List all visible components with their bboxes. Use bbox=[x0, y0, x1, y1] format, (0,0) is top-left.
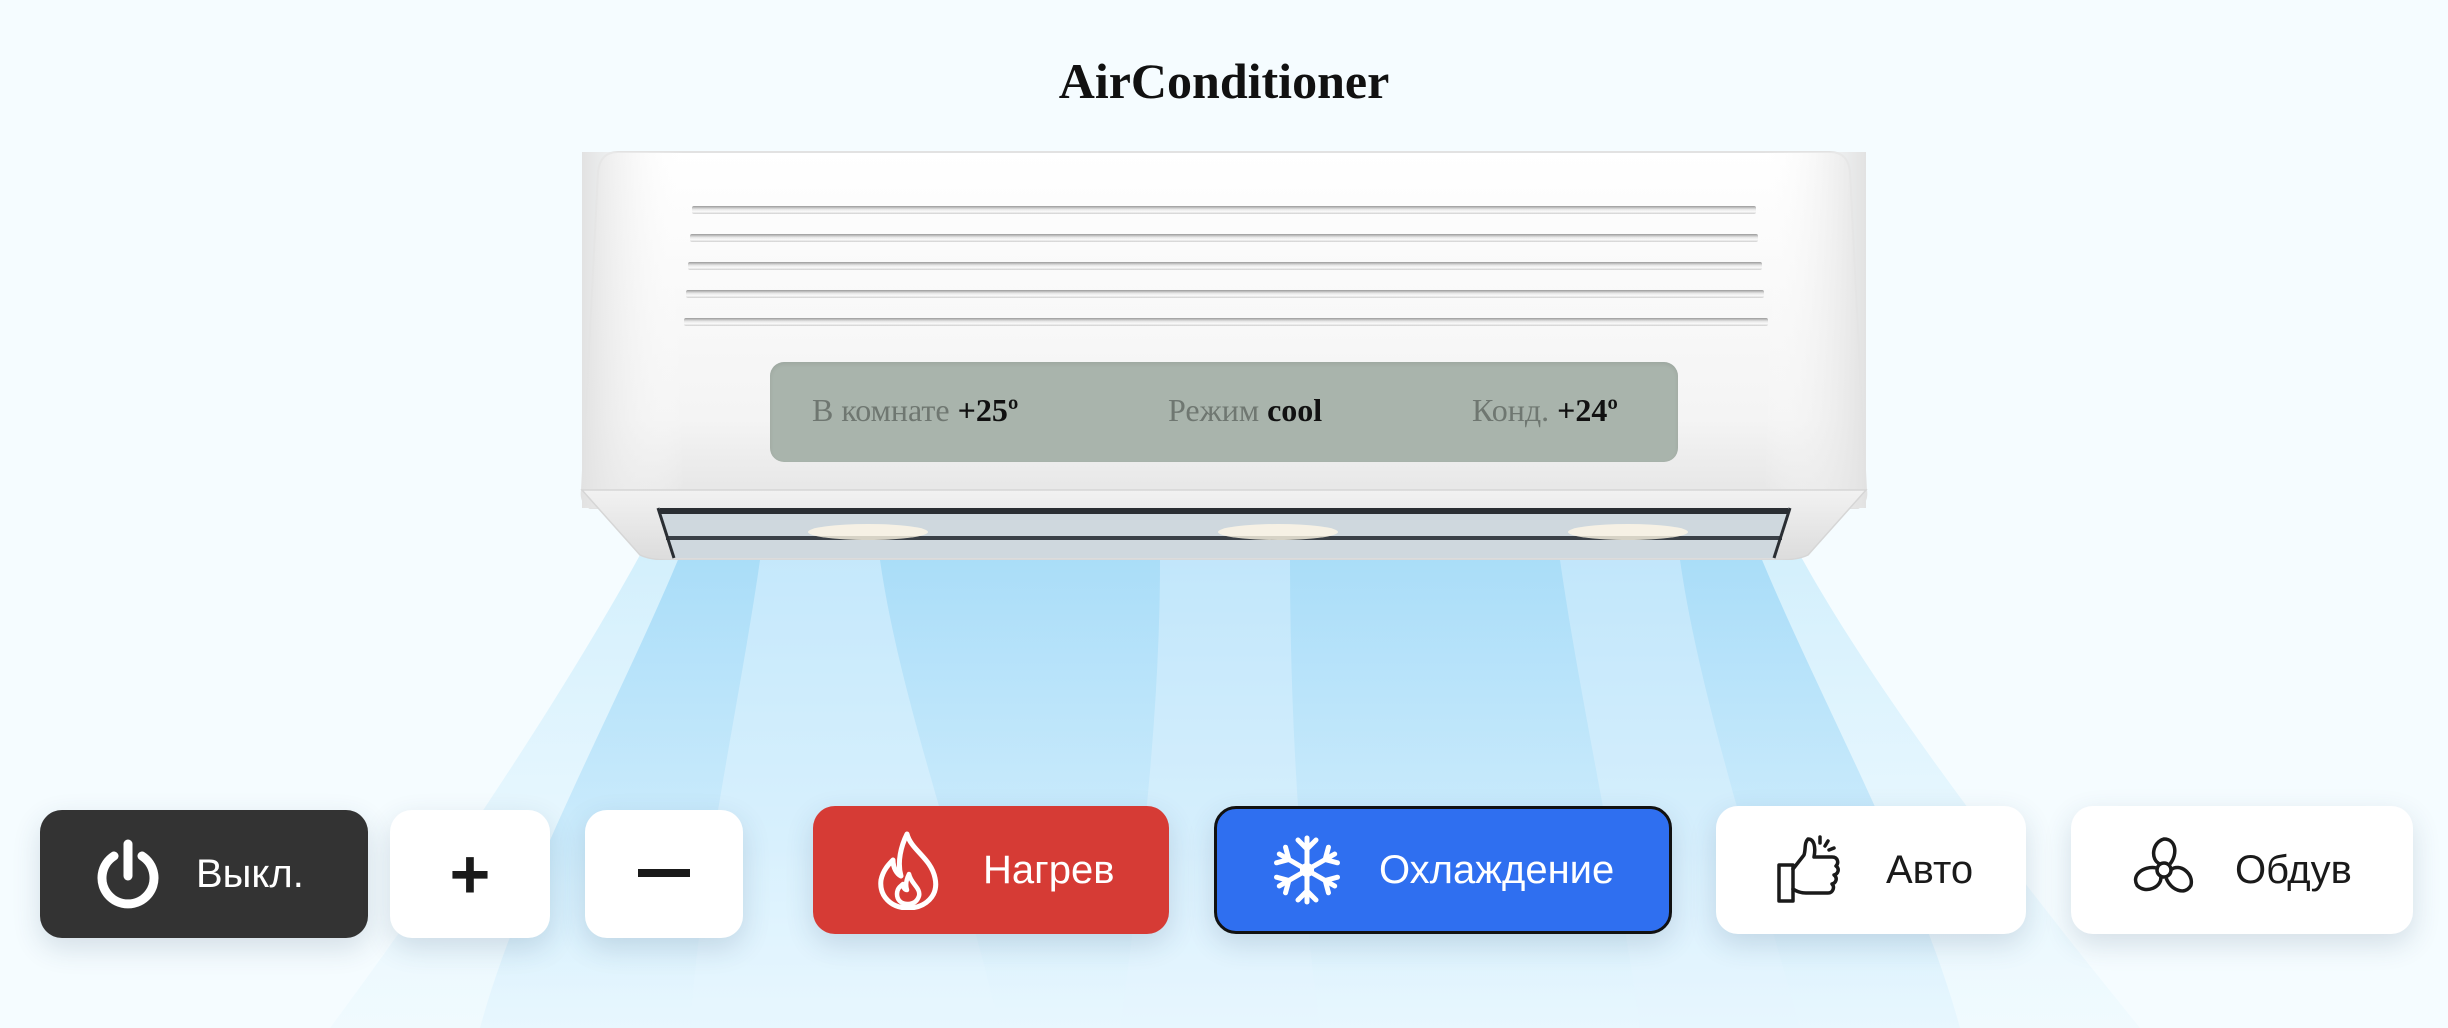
control-panel: Выкл. + Нагрев Охлаждение Авто Обдув bbox=[0, 0, 2448, 1028]
fan-icon bbox=[2129, 835, 2199, 905]
power-button[interactable]: Выкл. bbox=[40, 810, 368, 938]
power-button-label: Выкл. bbox=[196, 851, 304, 896]
auto-mode-label: Авто bbox=[1886, 847, 1974, 892]
flame-icon bbox=[873, 830, 943, 910]
auto-mode-button[interactable]: Авто bbox=[1716, 806, 2026, 934]
fan-mode-label: Обдув bbox=[2235, 847, 2352, 892]
plus-label: + bbox=[449, 835, 491, 913]
snowflake-icon bbox=[1271, 834, 1343, 906]
minus-icon bbox=[638, 869, 690, 879]
fan-mode-button[interactable]: Обдув bbox=[2071, 806, 2413, 934]
app-page: AirConditioner В комнате +25º Режим cool… bbox=[0, 0, 2448, 1028]
heat-mode-button[interactable]: Нагрев bbox=[813, 806, 1169, 934]
heat-mode-label: Нагрев bbox=[983, 847, 1115, 892]
thumbs-up-icon bbox=[1776, 835, 1842, 905]
temperature-decrease-button[interactable] bbox=[585, 810, 743, 938]
temperature-increase-button[interactable]: + bbox=[390, 810, 550, 938]
cool-mode-button[interactable]: Охлаждение bbox=[1214, 806, 1672, 934]
power-icon bbox=[92, 838, 164, 910]
cool-mode-label: Охлаждение bbox=[1379, 847, 1615, 892]
